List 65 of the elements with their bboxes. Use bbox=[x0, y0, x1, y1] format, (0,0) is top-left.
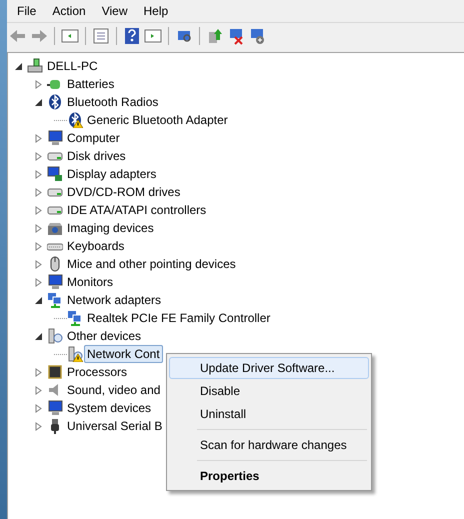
computer-icon bbox=[27, 58, 43, 74]
collapse-arrow-icon[interactable] bbox=[34, 332, 43, 340]
context-menu-item[interactable]: Properties bbox=[169, 465, 369, 487]
expand-arrow-icon[interactable] bbox=[34, 224, 43, 232]
processor-icon bbox=[47, 364, 63, 380]
tree-item[interactable]: Disk drives bbox=[64, 147, 129, 165]
expand-arrow-icon[interactable] bbox=[34, 242, 43, 250]
tree-item[interactable]: Batteries bbox=[64, 75, 118, 93]
add-hardware-icon[interactable] bbox=[248, 26, 266, 44]
menu-item[interactable]: File bbox=[9, 2, 44, 20]
context-menu-item[interactable]: Uninstall bbox=[169, 403, 369, 425]
tree-item[interactable]: Keyboards bbox=[64, 237, 128, 255]
camera-icon bbox=[47, 220, 63, 236]
tree-item[interactable]: DVD/CD-ROM drives bbox=[64, 183, 184, 201]
tree-item[interactable]: Computer bbox=[64, 129, 123, 147]
expand-arrow-icon[interactable] bbox=[34, 368, 43, 376]
tree-item[interactable]: System devices bbox=[64, 399, 154, 417]
tree-item[interactable]: Generic Bluetooth Adapter bbox=[84, 111, 231, 129]
expand-arrow-icon[interactable] bbox=[34, 152, 43, 160]
monitor-icon bbox=[47, 400, 63, 416]
tree-item[interactable]: Display adapters bbox=[64, 165, 160, 183]
tree-item[interactable]: Monitors bbox=[64, 273, 116, 291]
monitor-icon bbox=[47, 130, 63, 146]
update-driver-icon[interactable] bbox=[206, 26, 224, 44]
tree-item[interactable]: Universal Serial B bbox=[64, 417, 166, 435]
expand-arrow-icon[interactable] bbox=[34, 170, 43, 178]
expand-arrow-icon[interactable] bbox=[34, 260, 43, 268]
display-card-icon bbox=[47, 166, 63, 182]
monitor-icon bbox=[47, 274, 63, 290]
tree-item[interactable]: Network Cont bbox=[84, 345, 163, 363]
collapse-arrow-icon[interactable] bbox=[14, 62, 23, 70]
expand-arrow-icon[interactable] bbox=[34, 188, 43, 196]
tree-item[interactable]: Bluetooth Radios bbox=[64, 93, 162, 111]
tree-item[interactable]: IDE ATA/ATAPI controllers bbox=[64, 201, 210, 219]
tree-item[interactable]: Imaging devices bbox=[64, 219, 157, 237]
tree-item[interactable]: Other devices bbox=[64, 327, 144, 345]
tree-item[interactable]: DELL-PC bbox=[44, 57, 101, 75]
context-menu-item[interactable]: Scan for hardware changes bbox=[169, 434, 369, 456]
tree-item[interactable]: Mice and other pointing devices bbox=[64, 255, 239, 273]
menu-item[interactable]: Action bbox=[44, 2, 94, 20]
collapse-arrow-icon[interactable] bbox=[34, 296, 43, 304]
expand-arrow-icon[interactable] bbox=[34, 278, 43, 286]
expand-arrow-icon[interactable] bbox=[34, 134, 43, 142]
expand-arrow-icon[interactable] bbox=[34, 206, 43, 214]
tree-item[interactable]: Processors bbox=[64, 363, 130, 381]
unknown-device-icon bbox=[47, 328, 63, 344]
expand-arrow-icon[interactable] bbox=[34, 80, 43, 88]
tree-item[interactable]: Sound, video and bbox=[64, 381, 164, 399]
expand-arrow-icon[interactable] bbox=[34, 386, 43, 394]
window-panel-icon[interactable] bbox=[144, 26, 162, 44]
expand-arrow-icon[interactable] bbox=[34, 422, 43, 430]
document-icon[interactable] bbox=[92, 26, 110, 44]
collapse-arrow-icon[interactable] bbox=[34, 98, 43, 106]
context-menu-item[interactable]: Disable bbox=[169, 380, 369, 402]
expand-arrow-icon[interactable] bbox=[34, 404, 43, 412]
context-menu-item[interactable]: Update Driver Software... bbox=[169, 357, 369, 379]
network-icon bbox=[47, 292, 63, 308]
bluetooth-icon bbox=[47, 94, 63, 110]
tree-item[interactable]: Network adapters bbox=[64, 291, 164, 309]
tree-item[interactable]: Realtek PCIe FE Family Controller bbox=[84, 309, 274, 327]
uninstall-icon[interactable] bbox=[227, 26, 245, 44]
help-icon[interactable] bbox=[123, 26, 141, 44]
menu-item[interactable]: View bbox=[94, 2, 136, 20]
menu-item[interactable]: Help bbox=[136, 2, 176, 20]
window-panel-icon[interactable] bbox=[61, 26, 79, 44]
